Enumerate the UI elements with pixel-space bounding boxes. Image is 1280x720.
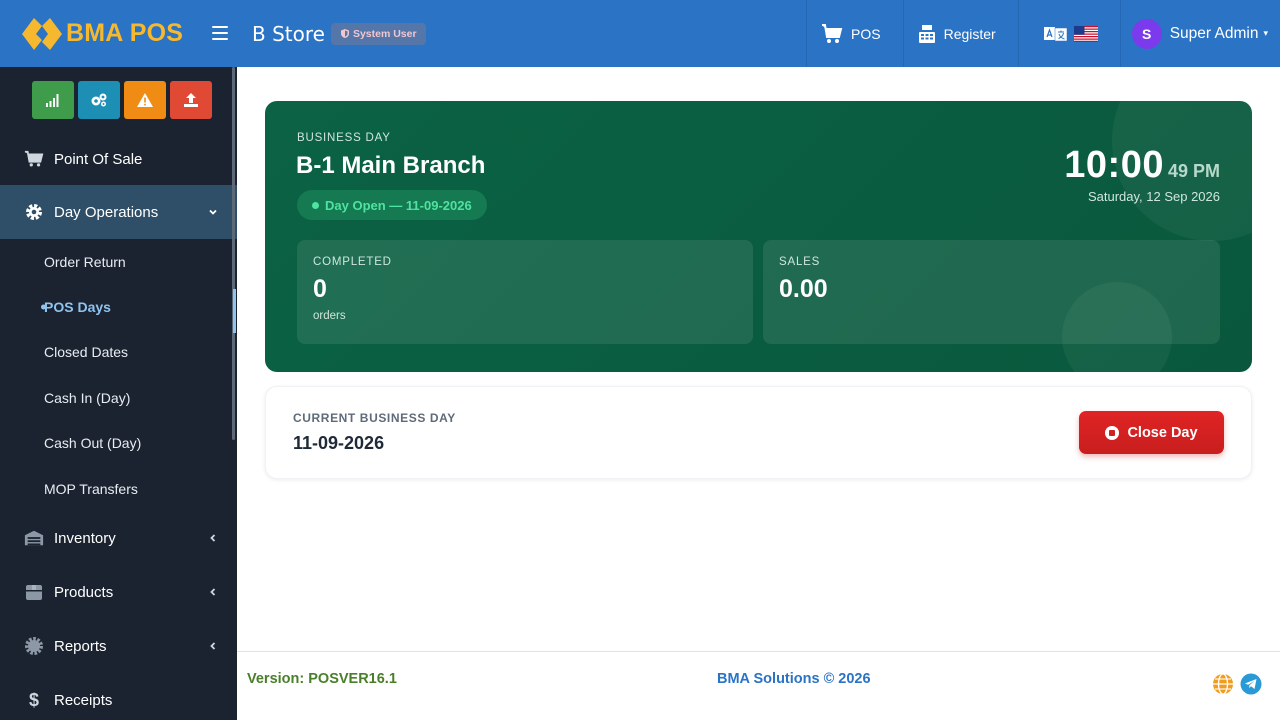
language-switcher[interactable] <box>1017 0 1120 67</box>
sidebar-item-label: Reports <box>54 637 107 655</box>
close-day-button[interactable]: Close Day <box>1079 411 1224 454</box>
copyright-link[interactable]: BMA Solutions © 2026 <box>717 671 871 687</box>
sidebar-scrollbar[interactable] <box>232 67 235 440</box>
active-item-indicator <box>233 289 236 333</box>
user-menu[interactable]: S Super Admin ▾ <box>1119 0 1280 67</box>
logo-bar: BMA POS <box>0 0 237 67</box>
stat-value: 0.00 <box>779 275 828 303</box>
clock-time: 10:00 <box>1064 144 1164 186</box>
sidebar-subitem-cash-out[interactable]: Cash Out (Day) <box>0 421 237 466</box>
chevron-left-icon <box>210 534 216 542</box>
dollar-icon: $ <box>28 689 39 710</box>
sidebar: BMA POS Point Of Sale Day Operations Ord… <box>0 0 237 720</box>
version-text: Version: POSVER16.1 <box>247 671 397 687</box>
sales-card: SALES 0.00 <box>763 240 1220 344</box>
warning-icon <box>137 93 153 107</box>
gear-cog-icon <box>24 636 44 656</box>
footer-icons <box>1212 673 1262 695</box>
cash-register-icon <box>918 24 935 43</box>
shield-icon <box>340 29 349 38</box>
sidebar-item-reports[interactable]: Reports <box>0 619 237 673</box>
chevron-left-icon <box>210 642 216 650</box>
chevron-left-icon <box>210 588 216 596</box>
cart-icon <box>24 149 44 169</box>
clock: 10:00 49 PM Saturday, 12 Sep 2026 <box>1064 144 1220 204</box>
day-status-badge: Day Open — 11-09-2026 <box>297 190 487 220</box>
day-status-text: Day Open — 11-09-2026 <box>325 197 472 213</box>
telegram-icon[interactable] <box>1240 673 1262 695</box>
sidebar-item-label: Point Of Sale <box>54 150 143 168</box>
brand-name: BMA POS <box>66 19 184 47</box>
current-business-day-card: CURRENT BUSINESS DAY 11-09-2026 Close Da… <box>265 386 1252 479</box>
sidebar-item-point-of-sale[interactable]: Point Of Sale <box>0 133 237 185</box>
sidebar-subitem-pos-days[interactable]: POS Days <box>0 284 237 329</box>
register-link-label: Register <box>943 25 996 42</box>
sidebar-menu: Point Of Sale Day Operations Order Retur… <box>0 133 237 720</box>
sidebar-item-receipts[interactable]: $ Receipts <box>0 673 237 720</box>
user-name: Super Admin <box>1169 24 1259 42</box>
us-flag-icon <box>1073 25 1098 42</box>
clock-date: Saturday, 12 Sep 2026 <box>1087 189 1220 204</box>
bma-logo-icon <box>20 16 64 52</box>
branch-name: B-1 Main Branch <box>296 152 486 179</box>
business-day-label: BUSINESS DAY <box>297 132 391 144</box>
warehouse-icon <box>24 528 44 548</box>
sidebar-subitem-order-return[interactable]: Order Return <box>0 239 237 284</box>
business-day-card: BUSINESS DAY B-1 Main Branch Day Open — … <box>265 101 1252 372</box>
sidebar-item-inventory[interactable]: Inventory <box>0 511 237 565</box>
sidebar-item-label: Day Operations <box>54 203 159 221</box>
stat-label: COMPLETED <box>313 256 392 268</box>
header-actions: POS Register S Super Admin ▾ <box>806 0 1280 67</box>
upload-icon <box>184 93 198 107</box>
register-link[interactable]: Register <box>902 0 1018 67</box>
clock-seconds: 49 PM <box>1167 161 1220 181</box>
stop-circle-icon <box>1105 425 1120 440</box>
signal-bars-button[interactable] <box>32 81 74 119</box>
close-day-label: Close Day <box>1127 424 1198 441</box>
current-day-label: CURRENT BUSINESS DAY <box>293 411 456 425</box>
warning-button[interactable] <box>124 81 166 119</box>
stat-sub: orders <box>313 310 346 322</box>
pos-link[interactable]: POS <box>806 0 903 67</box>
pos-link-label: POS <box>851 25 881 42</box>
cart-icon <box>822 23 843 43</box>
sidebar-item-label: Receipts <box>54 691 113 709</box>
sidebar-item-day-operations[interactable]: Day Operations <box>0 185 237 239</box>
signal-bars-icon <box>46 94 59 107</box>
hamburger-menu-icon[interactable] <box>212 26 228 40</box>
sidebar-item-products[interactable]: Products <box>0 565 237 619</box>
gears-button[interactable] <box>78 81 120 119</box>
store-name: B Store <box>252 21 325 46</box>
footer: Version: POSVER16.1 BMA Solutions © 2026 <box>237 651 1280 720</box>
day-operations-submenu: Order Return POS Days Closed Dates Cash … <box>0 239 237 512</box>
translate-icon <box>1043 26 1067 41</box>
role-badge: System User <box>330 22 426 45</box>
stat-label: SALES <box>779 256 821 268</box>
current-day-value: 11-09-2026 <box>293 433 385 453</box>
sidebar-item-label: Inventory <box>54 529 116 547</box>
stat-value: 0 <box>313 275 327 303</box>
box-icon <box>24 582 44 602</box>
chevron-down-icon: ▾ <box>1263 28 1268 38</box>
sidebar-subitem-mop-transfers[interactable]: MOP Transfers <box>0 466 237 511</box>
gear-icon <box>24 202 44 222</box>
chevron-down-icon <box>209 209 217 215</box>
top-header: B Store System User POS Register S Super… <box>237 0 1280 67</box>
role-badge-label: System User <box>352 27 417 40</box>
avatar: S <box>1131 18 1162 49</box>
status-dot-icon <box>312 201 319 209</box>
sidebar-item-label: Products <box>54 583 114 601</box>
completed-orders-card: COMPLETED 0 orders <box>297 240 753 344</box>
globe-icon[interactable] <box>1212 673 1234 695</box>
sidebar-subitem-closed-dates[interactable]: Closed Dates <box>0 330 237 375</box>
sidebar-subitem-cash-in[interactable]: Cash In (Day) <box>0 375 237 420</box>
gears-icon <box>91 93 107 107</box>
upload-button[interactable] <box>170 81 212 119</box>
